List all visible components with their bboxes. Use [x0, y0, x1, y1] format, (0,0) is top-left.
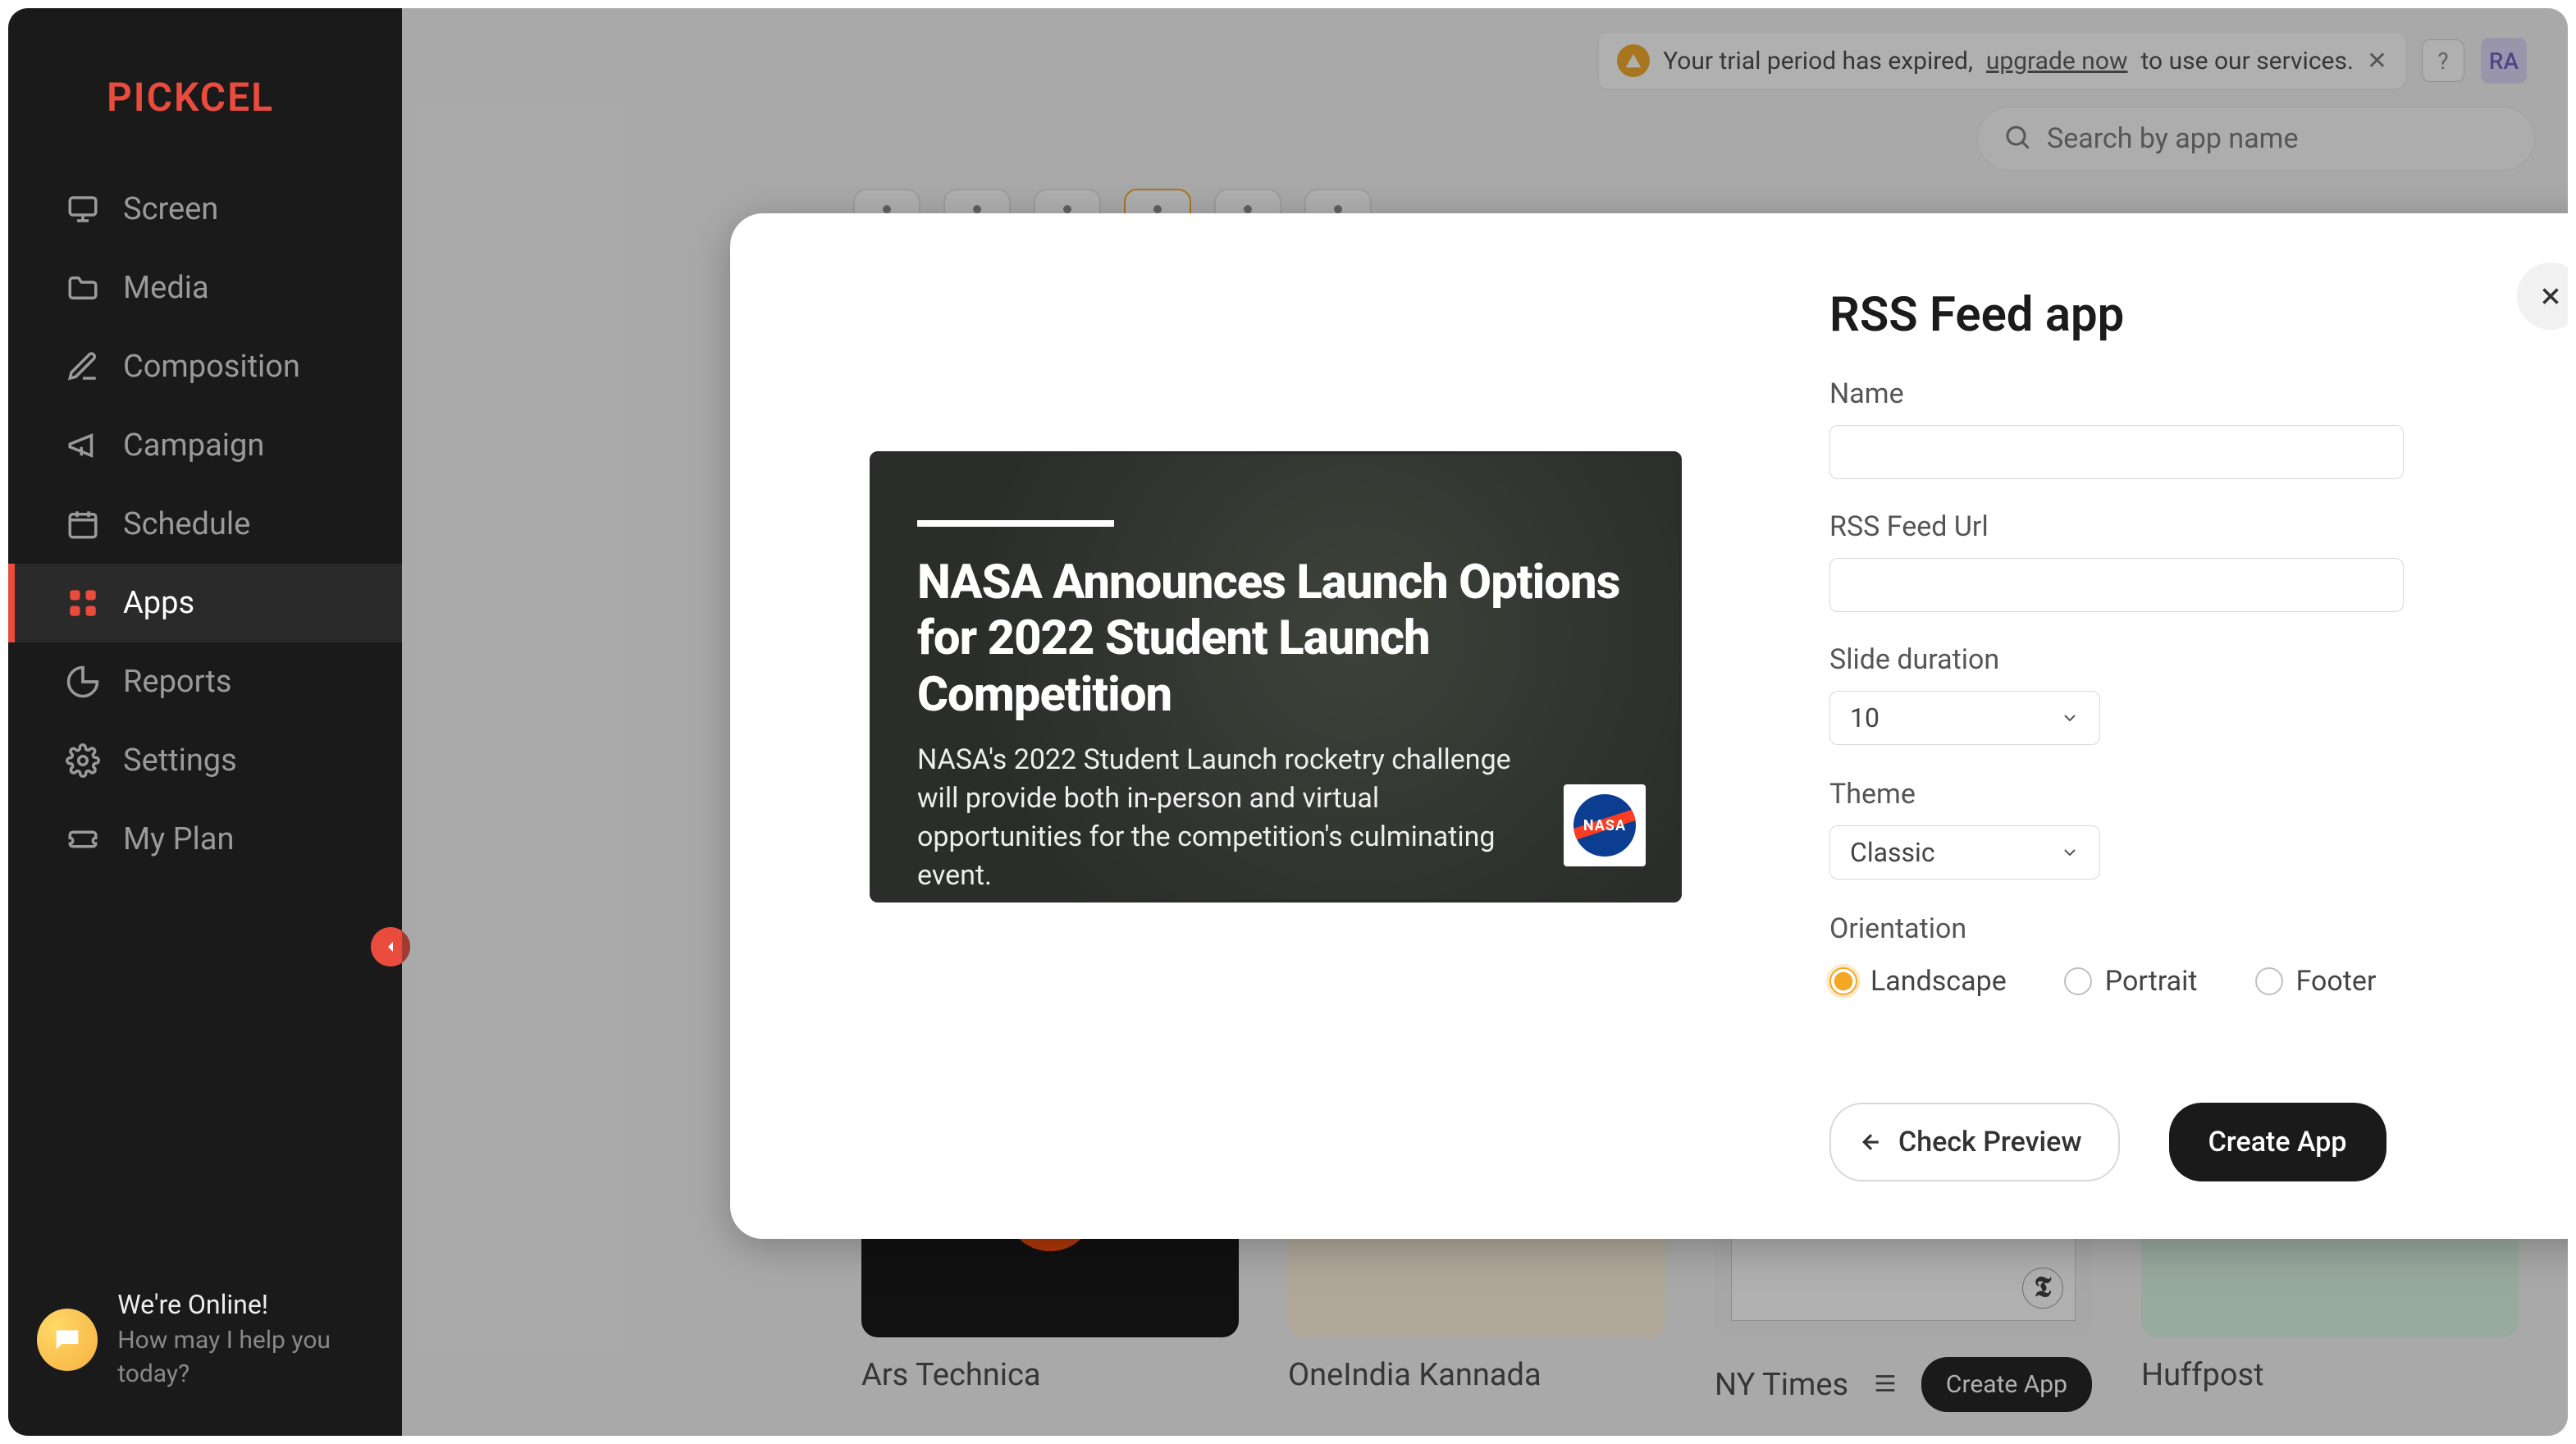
- chat-text: We're Online! How may I help you today?: [117, 1288, 402, 1391]
- sidebar-item-label: Settings: [123, 743, 237, 779]
- chevron-down-icon: [2060, 843, 2080, 862]
- chevron-down-icon: [2060, 708, 2080, 728]
- sidebar-item-apps[interactable]: Apps: [8, 564, 402, 642]
- calendar-icon: [66, 507, 100, 542]
- theme-label: Theme: [1829, 778, 2551, 811]
- check-preview-button[interactable]: Check Preview: [1829, 1103, 2120, 1181]
- nasa-badge: [1564, 784, 1646, 866]
- orientation-landscape-radio[interactable]: Landscape: [1829, 965, 2007, 998]
- create-app-button[interactable]: Create App: [2169, 1103, 2386, 1181]
- arrow-left-icon: [1859, 1130, 1884, 1154]
- sidebar-item-label: Media: [123, 270, 209, 306]
- check-preview-label: Check Preview: [1898, 1126, 2082, 1158]
- sidebar-nav: Screen Media Composition Campaign Schedu…: [8, 170, 402, 879]
- sidebar-item-label: Reports: [123, 664, 231, 700]
- slide-duration-value: 10: [1850, 702, 1879, 733]
- rss-url-input[interactable]: [1829, 558, 2404, 612]
- sidebar-item-label: My Plan: [123, 821, 234, 857]
- brand-logo: PICKCEL: [8, 8, 402, 170]
- sidebar-item-settings[interactable]: Settings: [8, 721, 402, 800]
- edit-icon: [66, 350, 100, 384]
- radio-label: Landscape: [1870, 965, 2007, 998]
- chat-subtitle: How may I help you today?: [117, 1326, 331, 1389]
- sidebar-item-label: Apps: [123, 585, 194, 621]
- radio-label: Footer: [2296, 965, 2377, 998]
- name-input[interactable]: [1829, 425, 2404, 479]
- rss-feed-modal: NASA Announces Launch Options for 2022 S…: [730, 213, 2568, 1239]
- sidebar-item-my-plan[interactable]: My Plan: [8, 800, 402, 879]
- apps-icon: [66, 586, 100, 620]
- create-app-label: Create App: [2208, 1126, 2347, 1158]
- orientation-footer-radio[interactable]: Footer: [2255, 965, 2377, 998]
- orientation-portrait-radio[interactable]: Portrait: [2064, 965, 2198, 998]
- preview-accent-bar: [917, 520, 1114, 527]
- radio-dot-icon: [1829, 967, 1857, 995]
- radio-dot-icon: [2064, 967, 2092, 995]
- preview-headline: NASA Announces Launch Options for 2022 S…: [917, 555, 1634, 723]
- radio-label: Portrait: [2105, 965, 2198, 998]
- chat-icon: [37, 1309, 98, 1371]
- monitor-icon: [66, 192, 100, 226]
- gear-icon: [66, 743, 100, 778]
- modal-title: RSS Feed app: [1829, 287, 2551, 343]
- slide-duration-select[interactable]: 10: [1829, 691, 2100, 745]
- sidebar-item-composition[interactable]: Composition: [8, 327, 402, 406]
- preview-body: NASA's 2022 Student Launch rocketry chal…: [917, 741, 1549, 895]
- rss-preview: NASA Announces Launch Options for 2022 S…: [870, 451, 1682, 902]
- radio-dot-icon: [2255, 967, 2283, 995]
- name-label: Name: [1829, 377, 2551, 410]
- orientation-label: Orientation: [1829, 912, 2551, 945]
- theme-value: Classic: [1850, 837, 1935, 868]
- chat-widget[interactable]: We're Online! How may I help you today?: [37, 1288, 402, 1391]
- main: Your trial period has expired, upgrade n…: [402, 8, 2568, 1436]
- megaphone-icon: [66, 428, 100, 463]
- folder-icon: [66, 271, 100, 305]
- sidebar-item-label: Schedule: [123, 506, 250, 542]
- sidebar-item-label: Screen: [123, 191, 218, 227]
- chart-icon: [66, 665, 100, 699]
- sidebar-item-screen[interactable]: Screen: [8, 170, 402, 249]
- slide-duration-label: Slide duration: [1829, 643, 2551, 676]
- sidebar-item-label: Composition: [123, 349, 300, 385]
- sidebar: PICKCEL Screen Media Composition Campaig…: [8, 8, 402, 1436]
- orientation-group: Landscape Portrait Footer: [1829, 965, 2551, 998]
- sidebar-item-schedule[interactable]: Schedule: [8, 485, 402, 564]
- sidebar-item-media[interactable]: Media: [8, 249, 402, 327]
- chat-title: We're Online!: [117, 1289, 268, 1320]
- rss-form: RSS Feed app Name RSS Feed Url Slide dur…: [1829, 287, 2551, 1181]
- theme-select[interactable]: Classic: [1829, 825, 2100, 880]
- sidebar-item-reports[interactable]: Reports: [8, 642, 402, 721]
- sidebar-item-campaign[interactable]: Campaign: [8, 406, 402, 485]
- sidebar-item-label: Campaign: [123, 427, 264, 464]
- url-label: RSS Feed Url: [1829, 510, 2551, 543]
- ticket-icon: [66, 822, 100, 857]
